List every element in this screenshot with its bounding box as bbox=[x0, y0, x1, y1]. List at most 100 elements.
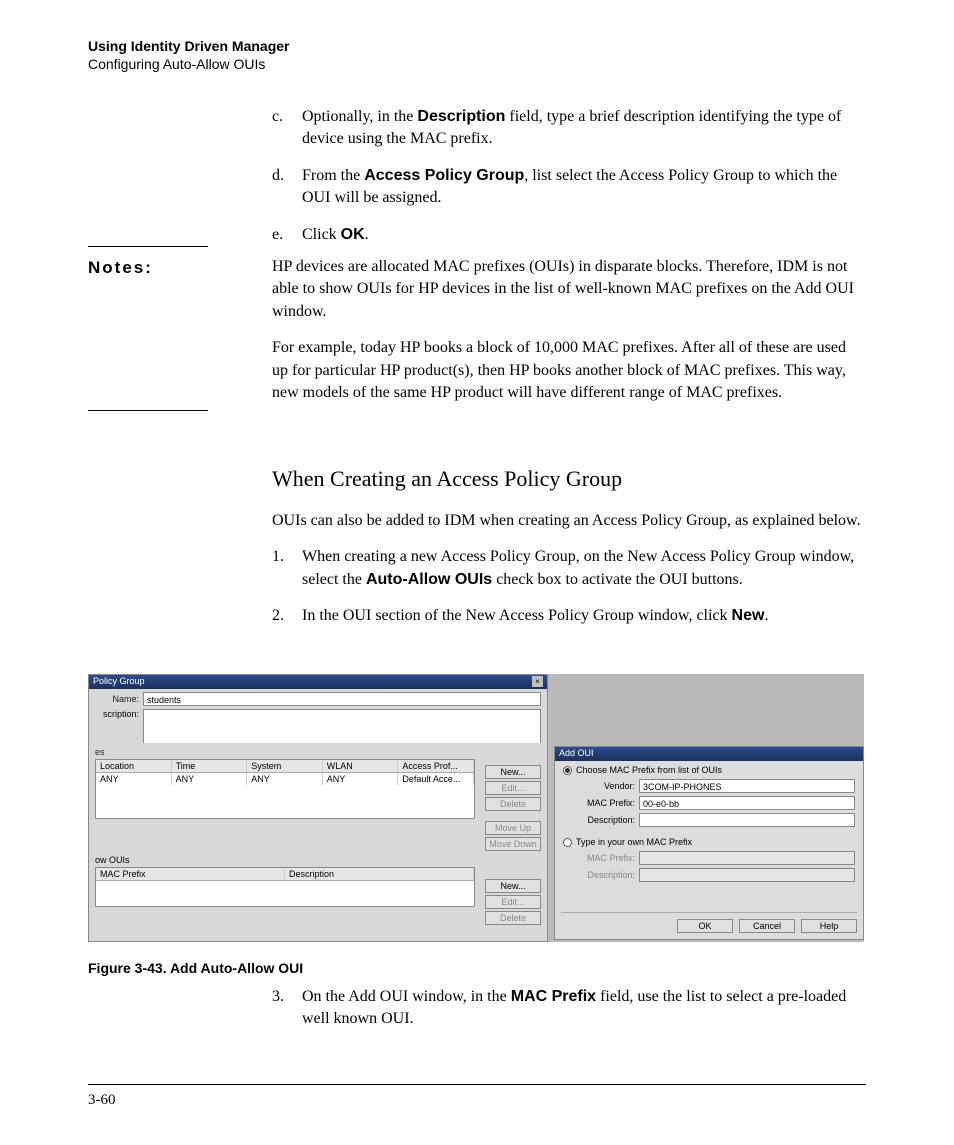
step-text-bold: Access Policy Group bbox=[364, 167, 524, 184]
name-field[interactable]: students bbox=[143, 692, 541, 706]
move-up-button[interactable]: Move Up bbox=[485, 821, 541, 835]
section-heading: When Creating an Access Policy Group bbox=[272, 466, 862, 492]
step-marker: e. bbox=[272, 224, 302, 246]
mac-prefix-row: MAC Prefix: 00-e0-bb bbox=[577, 796, 855, 810]
own-description-label: Description: bbox=[577, 870, 635, 880]
edit-rule-button[interactable]: Edit... bbox=[485, 781, 541, 795]
radio-label: Choose MAC Prefix from list of OUIs bbox=[576, 765, 722, 775]
notes-paragraph-2: For example, today HP books a block of 1… bbox=[272, 337, 862, 404]
col-system[interactable]: System bbox=[247, 760, 323, 772]
mac-prefix-field[interactable]: 00-e0-bb bbox=[639, 796, 855, 810]
vendor-label: Vendor: bbox=[577, 781, 635, 791]
step-text-bold: MAC Prefix bbox=[511, 988, 596, 1005]
section-body: When Creating an Access Policy Group OUI… bbox=[272, 466, 862, 642]
dialog-title: Add OUI bbox=[559, 748, 594, 758]
name-row: Name: students bbox=[95, 692, 541, 706]
move-down-button[interactable]: Move Down bbox=[485, 837, 541, 851]
step-text-pre: Click bbox=[302, 226, 341, 243]
header-subtitle: Configuring Auto-Allow OUIs bbox=[88, 56, 289, 72]
step-text-pre: On the Add OUI window, in the bbox=[302, 988, 511, 1005]
step-text-bold: Auto-Allow OUIs bbox=[366, 571, 492, 588]
dialog-titlebar: Policy Group × bbox=[89, 675, 547, 689]
step-c: c. Optionally, in the Description field,… bbox=[272, 106, 862, 151]
figure-caption: Figure 3-43. Add Auto-Allow OUI bbox=[88, 960, 303, 976]
description-row: scription: bbox=[95, 709, 541, 743]
step-3: 3. On the Add OUI window, in the MAC Pre… bbox=[272, 986, 862, 1031]
cell: ANY bbox=[323, 773, 399, 785]
description-row: Description: bbox=[577, 813, 855, 827]
col-access-profile[interactable]: Access Prof... bbox=[398, 760, 474, 772]
step-text-bold: OK bbox=[341, 226, 365, 243]
close-icon[interactable]: × bbox=[532, 676, 543, 687]
ouis-table: MAC Prefix Description bbox=[95, 867, 475, 907]
step-marker: 1. bbox=[272, 546, 302, 591]
col-location[interactable]: Location bbox=[96, 760, 172, 772]
header-title: Using Identity Driven Manager bbox=[88, 38, 289, 54]
description-field[interactable] bbox=[143, 709, 541, 743]
radio-icon bbox=[563, 766, 572, 775]
post-figure-steps: 3. On the Add OUI window, in the MAC Pre… bbox=[272, 986, 862, 1045]
own-mac-prefix-field bbox=[639, 851, 855, 865]
step-text-post: . bbox=[764, 607, 768, 624]
table-row[interactable]: ANY ANY ANY ANY Default Acce... bbox=[96, 773, 474, 785]
policy-group-dialog: Policy Group × Name: students scription:… bbox=[88, 674, 548, 942]
vendor-row: Vendor: 3COM-IP-PHONES bbox=[577, 779, 855, 793]
col-time[interactable]: Time bbox=[172, 760, 248, 772]
notes-rule-bottom bbox=[88, 410, 208, 411]
rules-section-label: es bbox=[95, 747, 541, 757]
name-label: Name: bbox=[95, 694, 139, 704]
step-2: 2. In the OUI section of the New Access … bbox=[272, 605, 862, 627]
step-e: e. Click OK. bbox=[272, 224, 862, 246]
section-intro: OUIs can also be added to IDM when creat… bbox=[272, 510, 862, 532]
description-label: Description: bbox=[577, 815, 635, 825]
description-label: scription: bbox=[95, 709, 139, 743]
own-description-row: Description: bbox=[577, 868, 855, 882]
col-description[interactable]: Description bbox=[285, 868, 474, 880]
step-d: d. From the Access Policy Group, list se… bbox=[272, 165, 862, 210]
mac-prefix-label: MAC Prefix: bbox=[577, 798, 635, 808]
radio-icon bbox=[563, 838, 572, 847]
step-text-pre: In the OUI section of the New Access Pol… bbox=[302, 607, 732, 624]
col-wlan[interactable]: WLAN bbox=[323, 760, 399, 772]
cell: ANY bbox=[96, 773, 172, 785]
cancel-button[interactable]: Cancel bbox=[739, 919, 795, 933]
new-rule-button[interactable]: New... bbox=[485, 765, 541, 779]
alpha-step-list: c. Optionally, in the Description field,… bbox=[272, 106, 862, 260]
notes-label: Notes: bbox=[88, 258, 153, 278]
col-mac-prefix[interactable]: MAC Prefix bbox=[96, 868, 285, 880]
radio-choose-from-list[interactable]: Choose MAC Prefix from list of OUIs bbox=[563, 765, 855, 775]
delete-oui-button[interactable]: Delete bbox=[485, 911, 541, 925]
radio-type-own[interactable]: Type in your own MAC Prefix bbox=[563, 837, 855, 847]
step-text-bold: New bbox=[732, 607, 765, 624]
own-mac-prefix-label: MAC Prefix: bbox=[577, 853, 635, 863]
edit-oui-button[interactable]: Edit... bbox=[485, 895, 541, 909]
add-oui-dialog: Add OUI Choose MAC Prefix from list of O… bbox=[554, 746, 864, 940]
cell: ANY bbox=[247, 773, 323, 785]
cell: ANY bbox=[172, 773, 248, 785]
step-marker: c. bbox=[272, 106, 302, 151]
step-text-pre: From the bbox=[302, 167, 364, 184]
dialog-titlebar: Add OUI bbox=[555, 747, 863, 761]
own-mac-prefix-row: MAC Prefix: bbox=[577, 851, 855, 865]
notes-rule-top bbox=[88, 246, 208, 247]
step-text-pre: Optionally, in the bbox=[302, 108, 417, 125]
own-description-field bbox=[639, 868, 855, 882]
notes-paragraph-1: HP devices are allocated MAC prefixes (O… bbox=[272, 256, 862, 323]
ouis-section-label: ow OUIs bbox=[95, 855, 541, 865]
page-header: Using Identity Driven Manager Configurin… bbox=[88, 38, 289, 72]
step-text-post: check box to activate the OUI buttons. bbox=[492, 571, 743, 588]
description-field[interactable] bbox=[639, 813, 855, 827]
footer-rule bbox=[88, 1084, 866, 1085]
ok-button[interactable]: OK bbox=[677, 919, 733, 933]
figure-screenshot: Policy Group × Name: students scription:… bbox=[88, 674, 864, 942]
dialog-button-row: OK Cancel Help bbox=[561, 912, 857, 933]
radio-label: Type in your own MAC Prefix bbox=[576, 837, 692, 847]
cell: Default Acce... bbox=[398, 773, 474, 785]
rules-button-column: New... Edit... Delete Move Up Move Down bbox=[485, 765, 541, 851]
new-oui-button[interactable]: New... bbox=[485, 879, 541, 893]
notes-body: HP devices are allocated MAC prefixes (O… bbox=[272, 256, 862, 418]
help-button[interactable]: Help bbox=[801, 919, 857, 933]
vendor-field[interactable]: 3COM-IP-PHONES bbox=[639, 779, 855, 793]
delete-rule-button[interactable]: Delete bbox=[485, 797, 541, 811]
step-marker: 3. bbox=[272, 986, 302, 1031]
